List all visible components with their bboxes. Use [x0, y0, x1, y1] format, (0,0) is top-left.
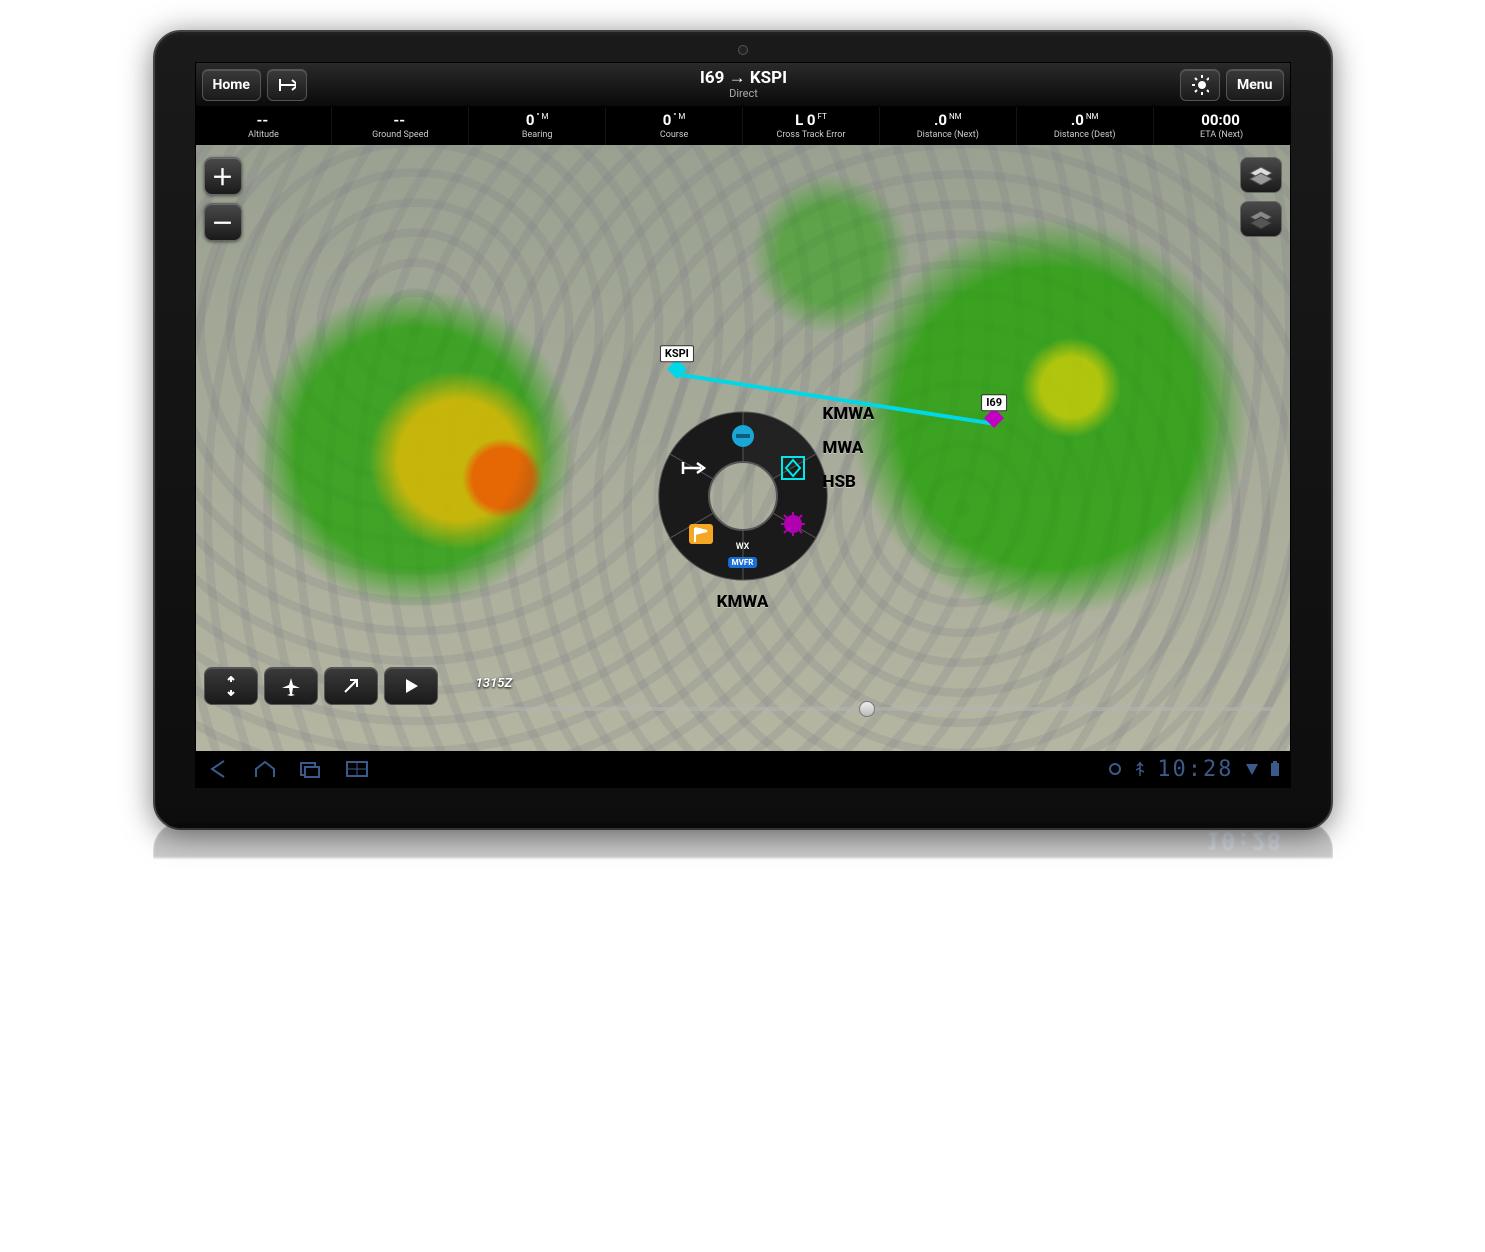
radial-bottom-label[interactable]: KMWA: [717, 592, 769, 612]
camera-dot: [738, 45, 748, 55]
tablet-reflection: 10:28: [153, 822, 1333, 1022]
zoom-out-button[interactable]: －: [204, 203, 242, 241]
waypoint-label-kspi: KSPI: [660, 345, 694, 362]
recent-apps-icon[interactable]: [298, 759, 324, 779]
flight-data-strip: -- Altitude -- Ground Speed 0° M Bearing…: [196, 107, 1290, 145]
radar-timestamp: 1315Z: [476, 676, 513, 691]
split-icon: [220, 676, 242, 696]
radial-menu[interactable]: WX MVFR KMWA MWA HSB KMWA: [653, 406, 833, 586]
radial-airport-icon: [732, 425, 754, 447]
layers-button-2[interactable]: [1240, 201, 1282, 237]
timeline-thumb[interactable]: [859, 701, 875, 717]
battery-icon: [1270, 761, 1280, 777]
layers-icon: [1248, 209, 1274, 229]
layers-button[interactable]: [1240, 157, 1282, 193]
route-subtitle: Direct: [313, 88, 1174, 100]
split-view-button[interactable]: [204, 667, 258, 705]
usb-icon: [1133, 761, 1147, 777]
brightness-icon: [1191, 74, 1209, 96]
back-icon[interactable]: [206, 759, 232, 779]
map-mode-buttons: [204, 667, 438, 705]
radial-wx-badge: MVFR: [728, 557, 758, 568]
radial-label-hsb[interactable]: HSB: [823, 472, 875, 492]
radial-label-kmwa[interactable]: KMWA: [823, 404, 875, 424]
screenshot-icon[interactable]: [344, 759, 370, 779]
arrow-diag-icon: [340, 676, 362, 696]
radial-flag-icon: [689, 524, 713, 544]
zoom-in-button[interactable]: ＋: [204, 157, 242, 195]
home-icon[interactable]: [252, 759, 278, 779]
aircraft-icon: [280, 676, 302, 696]
cell-groundspeed: -- Ground Speed: [332, 107, 469, 145]
home-button[interactable]: Home: [202, 69, 261, 101]
tablet-device-frame: Home I69 → KSPI Direct: [153, 30, 1333, 830]
layers-icon: [1248, 165, 1274, 185]
play-icon: [402, 677, 420, 695]
system-clock: 10:28: [1157, 757, 1233, 782]
sync-icon: [1107, 761, 1123, 777]
app-screen: Home I69 → KSPI Direct: [195, 62, 1291, 788]
wifi-icon: [1244, 761, 1260, 777]
aircraft-center-button[interactable]: [264, 667, 318, 705]
radial-side-labels: KMWA MWA HSB: [823, 390, 875, 506]
route-title: I69 → KSPI: [313, 69, 1174, 88]
cell-bearing: 0° M Bearing: [469, 107, 606, 145]
radial-wx-label: WX: [736, 542, 750, 552]
menu-button[interactable]: Menu: [1226, 69, 1284, 101]
cell-dist-dest: .0NM Distance (Dest): [1017, 107, 1154, 145]
waypoint-label-i69: I69: [981, 394, 1007, 411]
brightness-button[interactable]: [1180, 69, 1220, 101]
android-system-bar: 10:28: [196, 751, 1290, 787]
cell-xte: L 0FT Cross Track Error: [743, 107, 880, 145]
cell-course: 0° M Course: [606, 107, 743, 145]
radial-hsb-icon: [781, 512, 805, 536]
map-canvas[interactable]: KSPI I69 ＋ －: [196, 145, 1290, 751]
play-button[interactable]: [384, 667, 438, 705]
timeline-slider[interactable]: [476, 707, 1274, 711]
direct-to-button[interactable]: [267, 69, 307, 101]
direct-to-icon: [278, 76, 296, 94]
cell-altitude: -- Altitude: [196, 107, 333, 145]
cell-dist-next: .0NM Distance (Next): [880, 107, 1017, 145]
route-title-wrap: I69 → KSPI Direct: [313, 69, 1174, 100]
app-topbar: Home I69 → KSPI Direct: [196, 63, 1290, 107]
radial-label-mwa[interactable]: MWA: [823, 438, 875, 458]
track-up-button[interactable]: [324, 667, 378, 705]
cell-eta-next: 00:00 ETA (Next): [1154, 107, 1290, 145]
